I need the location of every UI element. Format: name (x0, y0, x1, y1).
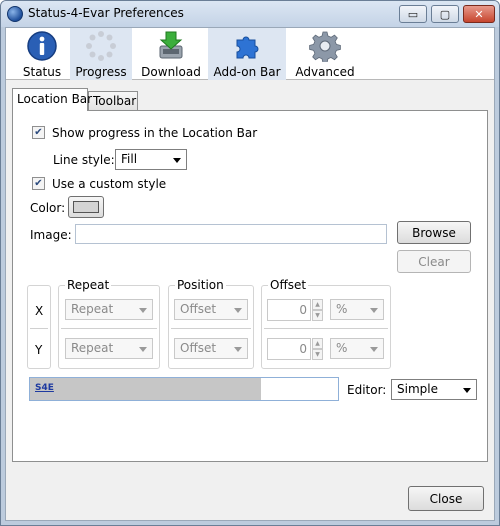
dialog-body: Status Progress Download Add-on Bar Adva… (5, 27, 495, 521)
offset-header: Offset (268, 278, 309, 292)
repeat-y-select[interactable]: Repeat (65, 338, 153, 359)
offset-y-stepper[interactable]: ▲ ▼ (312, 338, 323, 360)
toolbar-item-label: Progress (75, 65, 127, 79)
color-picker-button[interactable] (68, 196, 104, 218)
close-window-button[interactable]: ✕ (463, 5, 495, 23)
divider (171, 328, 251, 329)
s4e-tag: S4E (35, 383, 54, 393)
color-swatch (73, 201, 99, 213)
toolbar-item-label: Download (141, 65, 201, 79)
position-header: Position (175, 278, 226, 292)
offset-x-stepper[interactable]: ▲ ▼ (312, 299, 323, 321)
chevron-down-icon (234, 308, 242, 313)
chevron-down-icon (370, 347, 378, 352)
browse-button[interactable]: Browse (397, 221, 471, 244)
progress-preview: S4E (29, 377, 339, 401)
divider (264, 328, 388, 329)
close-button[interactable]: Close (408, 486, 484, 511)
download-icon (159, 31, 183, 59)
editor-value: Simple (397, 382, 438, 396)
divider (61, 328, 157, 329)
line-style-select[interactable]: Fill (115, 149, 187, 170)
repeat-group: Repeat Repeat Repeat (58, 278, 160, 369)
tab-toolbar[interactable]: Toolbar (88, 91, 138, 110)
line-style-label: Line style: (53, 153, 115, 167)
position-y-select[interactable]: Offset (174, 338, 248, 359)
offset-y-input[interactable]: 0 (267, 338, 311, 360)
offset-y-unit-value: % (336, 341, 348, 355)
color-label: Color: (30, 201, 66, 215)
chevron-down-icon (139, 347, 147, 352)
preferences-window: Status-4-Evar Preferences ▭ ▢ ✕ Status P… (0, 0, 500, 526)
axis-x-label: X (35, 304, 44, 318)
chevron-down-icon (139, 308, 147, 313)
minimize-button[interactable]: ▭ (399, 5, 427, 23)
editor-label: Editor: (347, 383, 387, 397)
position-group: Position Offset Offset (168, 278, 254, 369)
position-y-value: Offset (180, 341, 217, 355)
toolbar-item-status[interactable]: Status (18, 28, 66, 80)
repeat-header: Repeat (65, 278, 112, 292)
chevron-down-icon (463, 388, 471, 393)
clear-button[interactable]: Clear (397, 250, 471, 273)
offset-x-input[interactable]: 0 (267, 299, 311, 321)
show-progress-label: Show progress in the Location Bar (52, 126, 258, 140)
title-bar[interactable]: Status-4-Evar Preferences ▭ ▢ ✕ (1, 1, 499, 27)
category-toolbar: Status Progress Download Add-on Bar Adva… (6, 28, 494, 80)
chevron-down-icon (173, 158, 181, 163)
offset-group: Offset 0 ▲ ▼ % 0 ▲ ▼ % (261, 278, 391, 369)
custom-style-label: Use a custom style (52, 177, 167, 191)
image-path-input[interactable] (75, 224, 387, 244)
repeat-x-select[interactable]: Repeat (65, 299, 153, 320)
divider (30, 328, 48, 329)
image-label: Image: (30, 228, 72, 242)
toolbar-item-label: Status (22, 65, 62, 79)
position-x-select[interactable]: Offset (174, 299, 248, 320)
offset-y-unit-select[interactable]: % (330, 338, 384, 359)
chevron-down-icon (370, 308, 378, 313)
custom-style-checkbox[interactable]: ✔ (32, 177, 45, 190)
chevron-down-icon (234, 347, 242, 352)
show-progress-checkbox[interactable]: ✔ (32, 126, 45, 139)
toolbar-item-download[interactable]: Download (138, 28, 204, 80)
repeat-y-value: Repeat (71, 341, 114, 355)
toolbar-item-label: Advanced (295, 65, 355, 79)
info-icon (27, 31, 57, 61)
toolbar-item-progress[interactable]: Progress (70, 28, 132, 80)
toolbar-item-addon-bar[interactable]: Add-on Bar (208, 28, 286, 80)
offset-x-unit-select[interactable]: % (330, 299, 384, 320)
app-icon (7, 6, 23, 22)
toolbar-item-advanced[interactable]: Advanced (292, 28, 358, 80)
position-x-value: Offset (180, 302, 217, 316)
maximize-button[interactable]: ▢ (431, 5, 459, 23)
gear-icon (309, 31, 341, 62)
repeat-x-value: Repeat (71, 302, 114, 316)
offset-x-unit-value: % (336, 302, 348, 316)
editor-select[interactable]: Simple (391, 379, 477, 400)
line-style-value: Fill (121, 152, 138, 166)
toolbar-item-label: Add-on Bar (213, 65, 281, 79)
location-bar-panel: ✔ Show progress in the Location Bar Line… (12, 110, 488, 462)
progress-icon (86, 31, 116, 61)
window-title: Status-4-Evar Preferences (28, 6, 184, 20)
axis-group: X Y (27, 285, 51, 369)
tab-location-bar[interactable]: Location Bar (12, 88, 92, 111)
puzzle-icon (236, 36, 259, 59)
axis-y-label: Y (35, 343, 43, 357)
progress-preview-fill (30, 378, 261, 400)
